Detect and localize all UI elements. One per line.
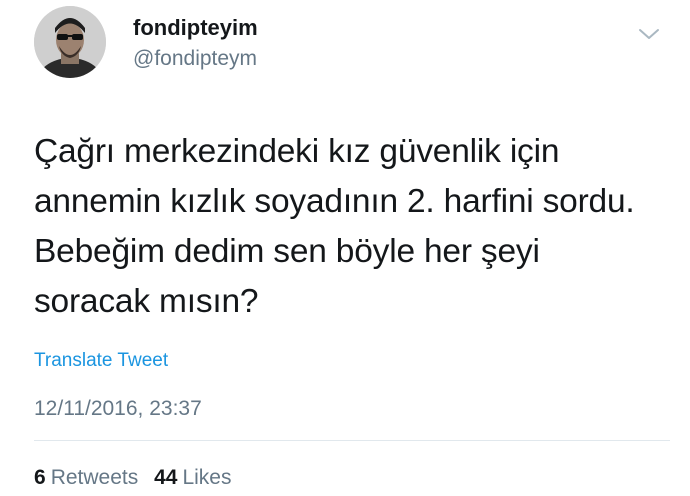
likes-label: Likes: [182, 466, 232, 489]
tweet-menu-button[interactable]: [634, 22, 664, 46]
retweets-label: Retweets: [50, 466, 139, 489]
user-handle[interactable]: @fondipteym: [133, 47, 257, 71]
retweets-count: 6: [34, 466, 46, 489]
likes-count: 44: [154, 466, 178, 489]
divider: [34, 440, 670, 441]
tweet-text-line: soracak mısın?: [34, 283, 259, 320]
tweet-text-line: annemin kızlık soyadının 2. harfini sord…: [34, 183, 635, 220]
display-name[interactable]: fondipteyim: [133, 15, 258, 41]
tweet-text: Çağrı merkezindeki kız güvenlik için ann…: [34, 127, 674, 327]
tweet-text-line: Çağrı merkezindeki kız güvenlik için: [34, 133, 560, 170]
likes-stat[interactable]: 44 Likes: [154, 466, 231, 490]
chevron-down-icon: [639, 29, 659, 39]
tweet-stats: 6 Retweets 44 Likes: [34, 466, 241, 490]
tweet-text-line: Bebeğim dedim sen böyle her şeyi: [34, 233, 540, 270]
avatar[interactable]: [34, 6, 106, 78]
translate-tweet-link[interactable]: Translate Tweet: [34, 350, 168, 372]
tweet-timestamp[interactable]: 12/11/2016, 23:37: [34, 397, 202, 421]
avatar-image: [34, 6, 106, 78]
retweets-stat[interactable]: 6 Retweets: [34, 466, 138, 490]
